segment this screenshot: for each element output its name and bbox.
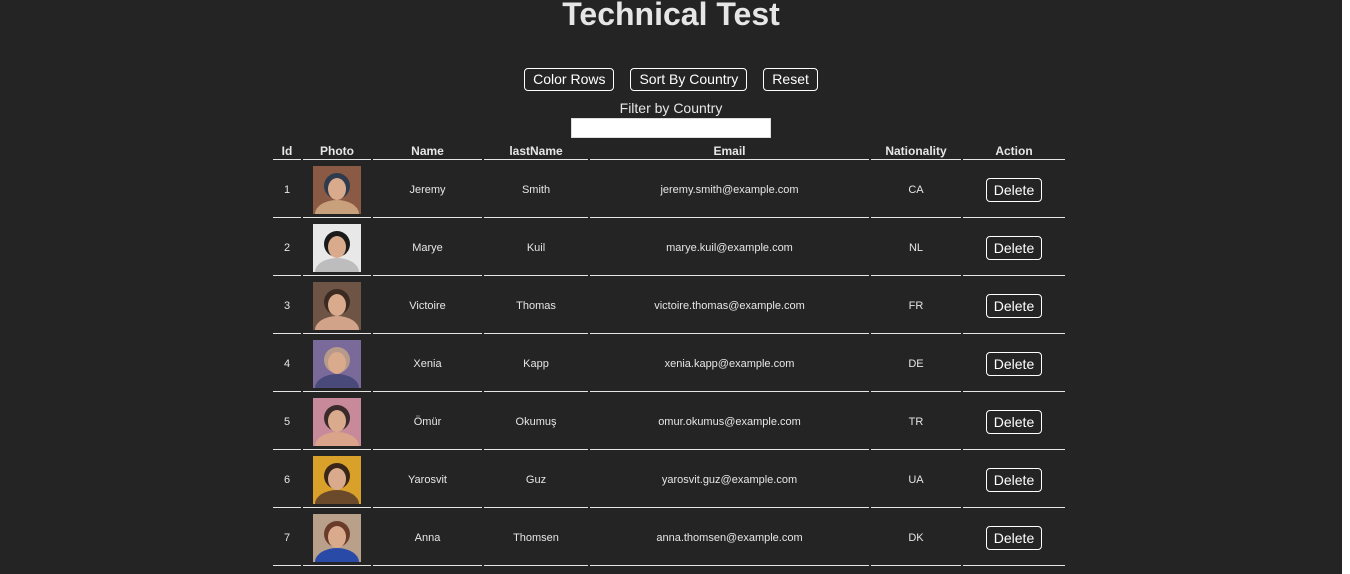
- table-row: 3 Victoire Thomas victoire.thomas@example.c…: [273, 278, 1065, 334]
- cell-action: Delete: [963, 220, 1065, 276]
- table-body: 1 Jeremy Smith jeremy.smith@example.com CA De…: [273, 162, 1065, 566]
- column-header-id[interactable]: Id: [273, 143, 301, 160]
- cell-email: anna.thomsen@example.com: [590, 510, 869, 566]
- cell-nationality: CA: [871, 162, 961, 218]
- cell-name: Yarosvit: [373, 452, 482, 508]
- column-header-action[interactable]: Action: [963, 143, 1065, 160]
- cell-lastname: Okumuş: [484, 394, 588, 450]
- table-row: 1 Jeremy Smith jeremy.smith@example.com CA De…: [273, 162, 1065, 218]
- cell-email: yarosvit.guz@example.com: [590, 452, 869, 508]
- cell-action: Delete: [963, 278, 1065, 334]
- reset-button[interactable]: Reset: [763, 68, 818, 91]
- cell-photo: [303, 510, 371, 566]
- table-row: 5 Ömür Okumuş omur.okumus@example.com TR Dele…: [273, 394, 1065, 450]
- cell-name: Marye: [373, 220, 482, 276]
- filter-label: Filter by Country: [619, 100, 723, 116]
- cell-photo: [303, 162, 371, 218]
- table-row: 4 Xenia Kapp xenia.kapp@example.com DE Delete: [273, 336, 1065, 392]
- cell-lastname: Kuil: [484, 220, 588, 276]
- cell-nationality: FR: [871, 278, 961, 334]
- cell-photo: [303, 278, 371, 334]
- user-photo: [313, 339, 361, 388]
- cell-id: 5: [273, 394, 301, 450]
- cell-email: xenia.kapp@example.com: [590, 336, 869, 392]
- cell-action: Delete: [963, 510, 1065, 566]
- cell-action: Delete: [963, 162, 1065, 218]
- cell-name: Victoire: [373, 278, 482, 334]
- cell-lastname: Thomas: [484, 278, 588, 334]
- cell-name: Jeremy: [373, 162, 482, 218]
- cell-nationality: DK: [871, 510, 961, 566]
- cell-lastname: Thomsen: [484, 510, 588, 566]
- user-photo: [313, 223, 361, 272]
- cell-nationality: NL: [871, 220, 961, 276]
- sort-by-country-button[interactable]: Sort By Country: [630, 68, 748, 91]
- delete-button[interactable]: Delete: [986, 467, 1042, 492]
- page: Technical Test Color Rows Sort By Countr…: [0, 0, 1342, 574]
- delete-button[interactable]: Delete: [986, 525, 1042, 550]
- user-photo: [313, 513, 361, 562]
- cell-nationality: UA: [871, 452, 961, 508]
- cell-id: 4: [273, 336, 301, 392]
- cell-name: Xenia: [373, 336, 482, 392]
- cell-action: Delete: [963, 452, 1065, 508]
- cell-id: 7: [273, 510, 301, 566]
- delete-button[interactable]: Delete: [986, 235, 1042, 260]
- toolbar: Color Rows Sort By Country Reset: [0, 68, 1342, 91]
- cell-id: 3: [273, 278, 301, 334]
- cell-lastname: Smith: [484, 162, 588, 218]
- cell-name: Anna: [373, 510, 482, 566]
- cell-photo: [303, 394, 371, 450]
- cell-email: jeremy.smith@example.com: [590, 162, 869, 218]
- page-title: Technical Test: [562, 0, 780, 32]
- cell-action: Delete: [963, 336, 1065, 392]
- cell-nationality: DE: [871, 336, 961, 392]
- delete-button[interactable]: Delete: [986, 293, 1042, 318]
- table-row: 6 Yarosvit Guz yarosvit.guz@example.com UA De…: [273, 452, 1065, 508]
- color-rows-button[interactable]: Color Rows: [524, 68, 615, 91]
- column-header-nationality[interactable]: Nationality: [871, 143, 961, 160]
- column-header-name[interactable]: Name: [373, 143, 482, 160]
- column-header-lastname[interactable]: lastName: [484, 143, 588, 160]
- cell-lastname: Guz: [484, 452, 588, 508]
- delete-button[interactable]: Delete: [986, 351, 1042, 376]
- cell-id: 2: [273, 220, 301, 276]
- delete-button[interactable]: Delete: [986, 409, 1042, 434]
- cell-nationality: TR: [871, 394, 961, 450]
- cell-name: Ömür: [373, 394, 482, 450]
- users-table: Id Photo Name lastName Email Nationality…: [271, 141, 1067, 568]
- table-header-row: Id Photo Name lastName Email Nationality…: [273, 143, 1065, 160]
- delete-button[interactable]: Delete: [986, 177, 1042, 202]
- cell-id: 6: [273, 452, 301, 508]
- cell-action: Delete: [963, 394, 1065, 450]
- user-photo: [313, 281, 361, 330]
- column-header-email[interactable]: Email: [590, 143, 869, 160]
- cell-id: 1: [273, 162, 301, 218]
- cell-photo: [303, 336, 371, 392]
- cell-email: omur.okumus@example.com: [590, 394, 869, 450]
- cell-email: marye.kuil@example.com: [590, 220, 869, 276]
- cell-photo: [303, 220, 371, 276]
- table-row: 2 Marye Kuil marye.kuil@example.com NL Delete: [273, 220, 1065, 276]
- cell-photo: [303, 452, 371, 508]
- user-photo: [313, 397, 361, 446]
- cell-email: victoire.thomas@example.com: [590, 278, 869, 334]
- table-row: 7 Anna Thomsen anna.thomsen@example.com DK De…: [273, 510, 1065, 566]
- user-photo: [313, 455, 361, 504]
- country-filter-input[interactable]: [571, 118, 771, 138]
- user-photo: [313, 165, 361, 214]
- column-header-photo[interactable]: Photo: [303, 143, 371, 160]
- cell-lastname: Kapp: [484, 336, 588, 392]
